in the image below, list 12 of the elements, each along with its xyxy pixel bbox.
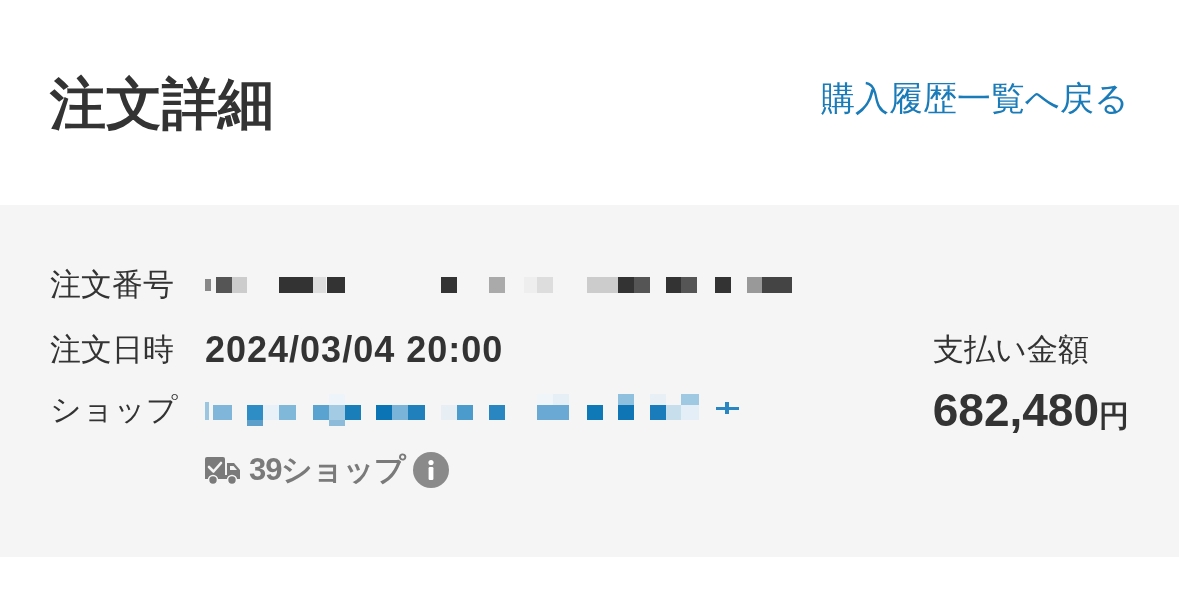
payment-amount: 682,480 — [932, 385, 1099, 435]
info-icon[interactable] — [413, 452, 450, 488]
page-title: 注文詳細 — [50, 71, 274, 137]
currency-unit: 円 — [1099, 398, 1129, 434]
truck-icon — [205, 455, 241, 485]
field-label: ショップ — [50, 390, 179, 429]
shipping-badge-label: 39ショップ — [249, 450, 406, 489]
field-label: 注文日時 — [50, 330, 175, 369]
payment-label: 支払い金額 — [932, 330, 1089, 369]
field-label: 注文番号 — [50, 265, 175, 304]
order-date-value: 2024/03/04 20:00 — [205, 328, 504, 372]
back-to-history-link[interactable]: 購入履歴一覧へ戻る — [821, 76, 1129, 120]
